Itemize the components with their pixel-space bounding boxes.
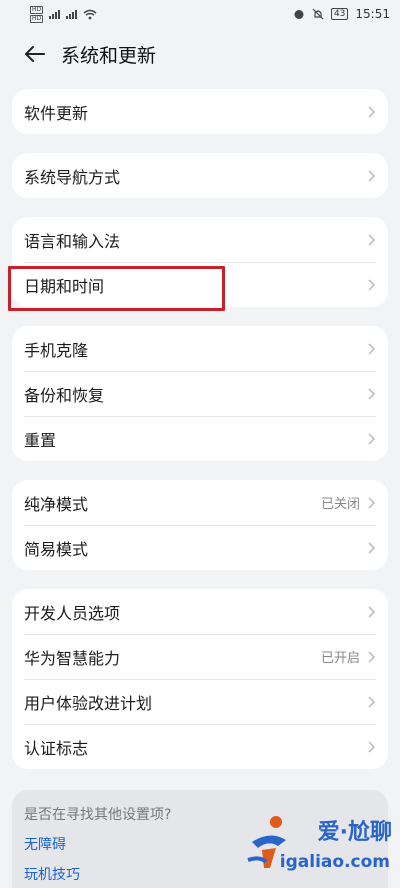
- row-label: 手机克隆: [24, 340, 89, 360]
- row-value: 已关闭: [320, 497, 360, 512]
- watermark-brand: 爱·尬聊: [317, 820, 392, 845]
- chevron-right-icon: [366, 496, 376, 510]
- row-developer-options[interactable]: 开发人员选项: [12, 589, 388, 634]
- row-label: 语言和输入法: [24, 231, 121, 251]
- row-huawei-intelligence[interactable]: 华为智慧能力 已开启: [12, 634, 388, 679]
- chevron-right-icon: [366, 605, 376, 619]
- row-backup-restore[interactable]: 备份和恢复: [12, 371, 388, 416]
- chevron-right-icon: [366, 432, 376, 446]
- watermark: 爱·尬聊 igaliao.com: [242, 806, 392, 882]
- chevron-right-icon: [366, 105, 376, 119]
- row-label: 用户体验改进计划: [24, 693, 153, 713]
- group-navigation: 系统导航方式: [12, 153, 388, 198]
- mute-icon: [312, 8, 324, 20]
- row-label: 重置: [24, 430, 57, 450]
- row-label: 华为智慧能力: [24, 648, 121, 668]
- group-software-update: 软件更新: [12, 89, 388, 134]
- signal-icon-2: [66, 9, 78, 19]
- back-arrow-icon: [25, 46, 45, 62]
- chevron-right-icon: [366, 740, 376, 754]
- row-phone-clone[interactable]: 手机克隆: [12, 326, 388, 371]
- page-title: 系统和更新: [61, 44, 157, 67]
- group-modes: 纯净模式 已关闭 简易模式: [12, 480, 388, 570]
- group-clone-backup: 手机克隆 备份和恢复 重置: [12, 326, 388, 461]
- chevron-right-icon: [366, 387, 376, 401]
- wifi-icon: [83, 9, 97, 19]
- row-user-experience[interactable]: 用户体验改进计划: [12, 679, 388, 724]
- back-button[interactable]: [23, 42, 47, 66]
- group-developer: 开发人员选项 华为智慧能力 已开启 用户体验改进计划 认证标志: [12, 589, 388, 769]
- chevron-right-icon: [366, 342, 376, 356]
- signal-icon: [49, 9, 61, 19]
- row-software-update[interactable]: 软件更新: [12, 89, 388, 134]
- alarm-icon: [294, 10, 304, 19]
- row-simple-mode[interactable]: 简易模式: [12, 525, 388, 570]
- row-pure-mode[interactable]: 纯净模式 已关闭: [12, 480, 388, 525]
- row-value: 已开启: [320, 651, 360, 666]
- row-label: 备份和恢复: [24, 385, 105, 405]
- watermark-url: igaliao.com: [279, 852, 390, 872]
- row-reset[interactable]: 重置: [12, 416, 388, 461]
- page-header: 系统和更新: [0, 34, 400, 74]
- chevron-right-icon: [366, 650, 376, 664]
- row-label: 软件更新: [24, 103, 89, 123]
- row-label: 简易模式: [24, 539, 89, 559]
- chevron-right-icon: [366, 233, 376, 247]
- row-label: 开发人员选项: [24, 603, 121, 623]
- row-language-input[interactable]: 语言和输入法: [12, 217, 388, 262]
- row-certification[interactable]: 认证标志: [12, 724, 388, 769]
- chevron-right-icon: [366, 169, 376, 183]
- chevron-right-icon: [366, 278, 376, 292]
- status-time: 15:51: [355, 7, 390, 21]
- row-system-navigation[interactable]: 系统导航方式: [12, 153, 388, 198]
- row-label: 系统导航方式: [24, 167, 121, 187]
- battery-icon: 43: [330, 8, 349, 20]
- sim-indicator: HD HD: [30, 5, 44, 23]
- highlight-box: [8, 266, 225, 311]
- chevron-right-icon: [366, 541, 376, 555]
- status-bar: HD HD 43 15:51: [0, 0, 400, 28]
- row-label: 认证标志: [24, 738, 89, 758]
- row-label: 纯净模式: [24, 494, 89, 514]
- chevron-right-icon: [366, 695, 376, 709]
